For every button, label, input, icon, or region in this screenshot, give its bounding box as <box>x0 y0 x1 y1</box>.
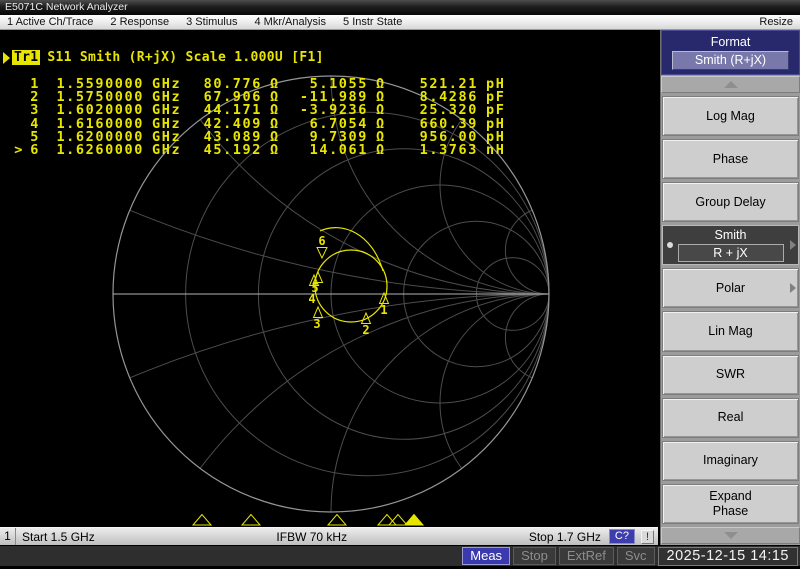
cal-status-badge: C? <box>608 529 635 544</box>
e5071c-application: E5071C Network Analyzer 1 Active Ch/Trac… <box>0 0 800 569</box>
selected-dot-icon <box>667 242 673 249</box>
channel-number: 1 <box>0 528 16 545</box>
stop-status[interactable]: Stop <box>513 547 556 565</box>
start-frequency: Start 1.5 GHz <box>22 529 95 544</box>
softkey-label: Polar <box>715 280 746 295</box>
menu-item-2-response[interactable]: 2 Response <box>110 15 169 30</box>
softkey-real[interactable]: Real <box>662 397 799 438</box>
window-title: E5071C Network Analyzer <box>5 1 128 13</box>
softkey-scroll-up[interactable] <box>661 76 800 93</box>
extref-status[interactable]: ExtRef <box>558 547 614 565</box>
softkey-label: Group Delay <box>695 194 766 209</box>
svc-status[interactable]: Svc <box>616 547 655 565</box>
softkey-label: Expand Phase <box>709 488 752 518</box>
marker-1-label: 1 <box>380 303 387 317</box>
softkey-buttons: Log Mag Phase Group Delay Smith R + jX Polar L… <box>661 94 800 526</box>
scroll-down-icon <box>723 532 738 539</box>
softkey-group-delay[interactable]: Group Delay <box>662 182 799 223</box>
marker-6-label: 6 <box>318 234 325 248</box>
trace-badge[interactable]: Tr1 <box>12 50 41 65</box>
marker-6-react: 14.061 <box>309 141 368 158</box>
marker-row-6: >6 1.6260000 GHz 45.192 Ω 14.061 Ω 1.3763 nH <box>12 141 516 158</box>
display-screen: 1 2 3 4 5 6 Tr1 S11 Smith (R+jX) Scale 1… <box>0 30 658 545</box>
window-titlebar: E5071C Network Analyzer <box>0 0 800 15</box>
marker-2-sel <box>12 91 24 104</box>
menu-bar: 1 Active Ch/Trace 2 Response 3 Stimulus 4 M… <box>0 15 800 30</box>
softkey-value: R + jX <box>677 244 784 263</box>
softkey-scroll-down[interactable] <box>661 527 800 544</box>
submenu-arrow-icon <box>790 240 796 251</box>
softkey-menu-header: Format Smith (R+jX) <box>661 30 800 75</box>
softkey-lin-mag[interactable]: Lin Mag <box>662 311 799 352</box>
marker-6-res: 45.192 <box>203 141 262 158</box>
datetime-display: 2025-12-15 14:15 <box>657 546 798 566</box>
softkey-expand-phase[interactable]: Expand Phase <box>662 483 799 524</box>
active-stimulus-marker <box>403 513 425 526</box>
softkey-panel: Format Smith (R+jX) Log Mag Phase Group De… <box>660 30 800 545</box>
softkey-smith[interactable]: Smith R + jX <box>662 225 799 266</box>
marker-6-funit: GHz <box>152 141 182 158</box>
resize-button[interactable]: Resize <box>759 15 800 30</box>
softkey-label: Log Mag <box>706 108 755 123</box>
softkey-swr[interactable]: SWR <box>662 354 799 395</box>
marker-5-label: 5 <box>311 281 318 295</box>
warning-badge: ! <box>640 529 654 544</box>
marker-6-lc: 1.3763 <box>419 141 478 158</box>
menu-item-1-active-ch-trace[interactable]: 1 Active Ch/Trace <box>7 15 93 30</box>
marker-6-xunit: Ω <box>376 141 386 158</box>
marker-4-sel <box>12 118 24 131</box>
marker-1-icon <box>378 291 390 304</box>
softkey-label: Phase <box>712 151 749 166</box>
marker-3-icon <box>312 305 324 318</box>
marker-6-runit: Ω <box>270 141 280 158</box>
softkey-current-value: Smith (R+jX) <box>672 51 789 70</box>
stop-frequency: Stop 1.7 GHz <box>528 529 601 544</box>
marker-3-sel <box>12 104 24 117</box>
submenu-arrow-icon <box>790 283 796 294</box>
marker-6-num: 6 <box>30 141 40 158</box>
softkey-menu-title: Format <box>710 35 751 49</box>
ifbw-readout: IFBW 70 kHz <box>276 529 348 544</box>
menu-item-4-mkr-analysis[interactable]: 4 Mkr/Analysis <box>254 15 326 30</box>
instrument-taskbar: Meas Stop ExtRef Svc 2025-12-15 14:15 <box>0 545 800 566</box>
softkey-label: Real <box>717 410 744 425</box>
trace-header-text: S11 Smith (R+jX) Scale 1.000U [F1] <box>47 50 324 65</box>
menu-items: 1 Active Ch/Trace 2 Response 3 Stimulus 4 M… <box>0 15 759 30</box>
softkey-polar[interactable]: Polar <box>662 268 799 309</box>
marker-6-freq: 1.6260000 <box>56 141 144 158</box>
marker-3-label: 3 <box>313 317 320 331</box>
softkey-log-mag[interactable]: Log Mag <box>662 96 799 137</box>
softkey-label: Smith <box>714 228 747 243</box>
menu-item-3-stimulus[interactable]: 3 Stimulus <box>186 15 237 30</box>
marker-6-icon <box>316 247 328 260</box>
marker-6-sel: > <box>14 141 24 158</box>
trace-header: Tr1 S11 Smith (R+jX) Scale 1.000U [F1] <box>3 50 324 65</box>
main-area: 1 2 3 4 5 6 Tr1 S11 Smith (R+jX) Scale 1… <box>0 30 800 545</box>
softkey-label: SWR <box>715 367 746 382</box>
marker-1-sel <box>12 78 24 91</box>
stimulus-markers <box>191 513 425 526</box>
channel-status-bar: 1 Start 1.5 GHz IFBW 70 kHz Stop 1.7 GHz… <box>0 527 658 545</box>
marker-readout-table: 1 1.5590000 GHz 80.776 Ω 5.1055 Ω 521.21 pH 2 1.57… <box>12 77 516 158</box>
softkey-phase[interactable]: Phase <box>662 139 799 180</box>
meas-status[interactable]: Meas <box>462 547 511 565</box>
menu-item-5-instr-state[interactable]: 5 Instr State <box>343 15 402 30</box>
softkey-imaginary[interactable]: Imaginary <box>662 440 799 481</box>
softkey-label: Imaginary <box>703 453 758 468</box>
scroll-up-icon <box>723 81 738 88</box>
active-trace-arrow-icon <box>3 51 10 64</box>
softkey-label: Lin Mag <box>708 324 753 339</box>
marker-6-lcunit: nH <box>486 141 506 158</box>
marker-2-label: 2 <box>362 323 369 337</box>
